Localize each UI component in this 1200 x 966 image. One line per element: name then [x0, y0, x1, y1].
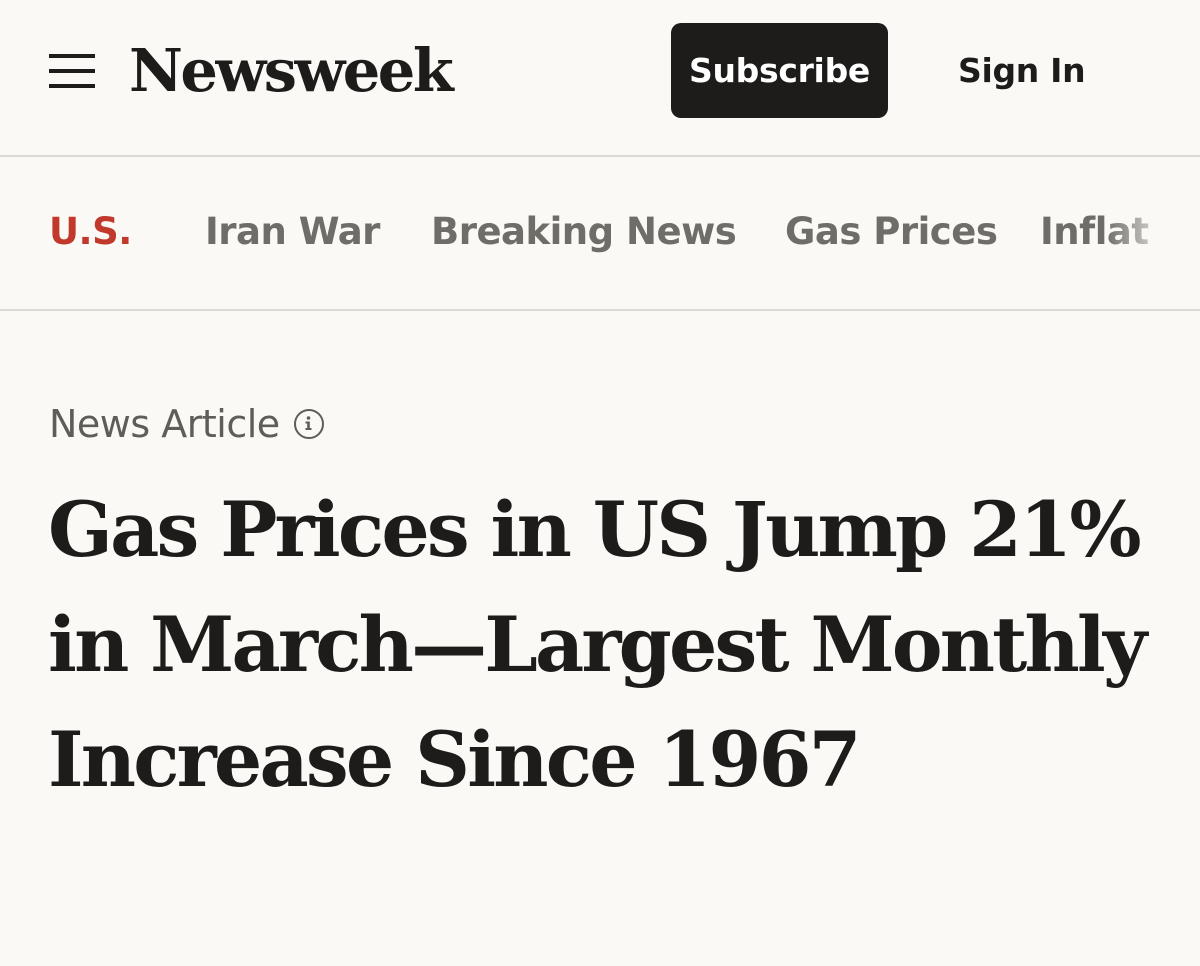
nav-item-inflation[interactable]: Inflat — [1040, 157, 1149, 307]
menu-bar — [49, 84, 95, 88]
menu-bar — [49, 54, 95, 58]
nav-item-breaking-news[interactable]: Breaking News — [431, 157, 737, 307]
info-glyph — [305, 416, 312, 430]
site-header: Newsweek Subscribe Sign In — [0, 0, 1200, 157]
article-headline: Gas Prices in US Jump 21% in March—Large… — [48, 485, 1147, 804]
nav-item-iran-war[interactable]: Iran War — [205, 157, 380, 307]
article-kicker: News Article — [49, 397, 324, 451]
subscribe-button[interactable]: Subscribe — [671, 23, 888, 118]
nav-item-us[interactable]: U.S. — [49, 157, 132, 307]
menu-bar — [49, 69, 95, 73]
info-icon[interactable] — [293, 409, 324, 439]
hamburger-menu-icon[interactable] — [49, 52, 95, 92]
nav-item-gas-prices[interactable]: Gas Prices — [785, 157, 998, 307]
kicker-label: News Article — [49, 402, 280, 446]
sign-in-link[interactable]: Sign In — [958, 23, 1086, 118]
site-logo[interactable]: Newsweek — [129, 28, 454, 114]
section-nav: U.S. Iran War Breaking News Gas Prices I… — [0, 157, 1200, 311]
